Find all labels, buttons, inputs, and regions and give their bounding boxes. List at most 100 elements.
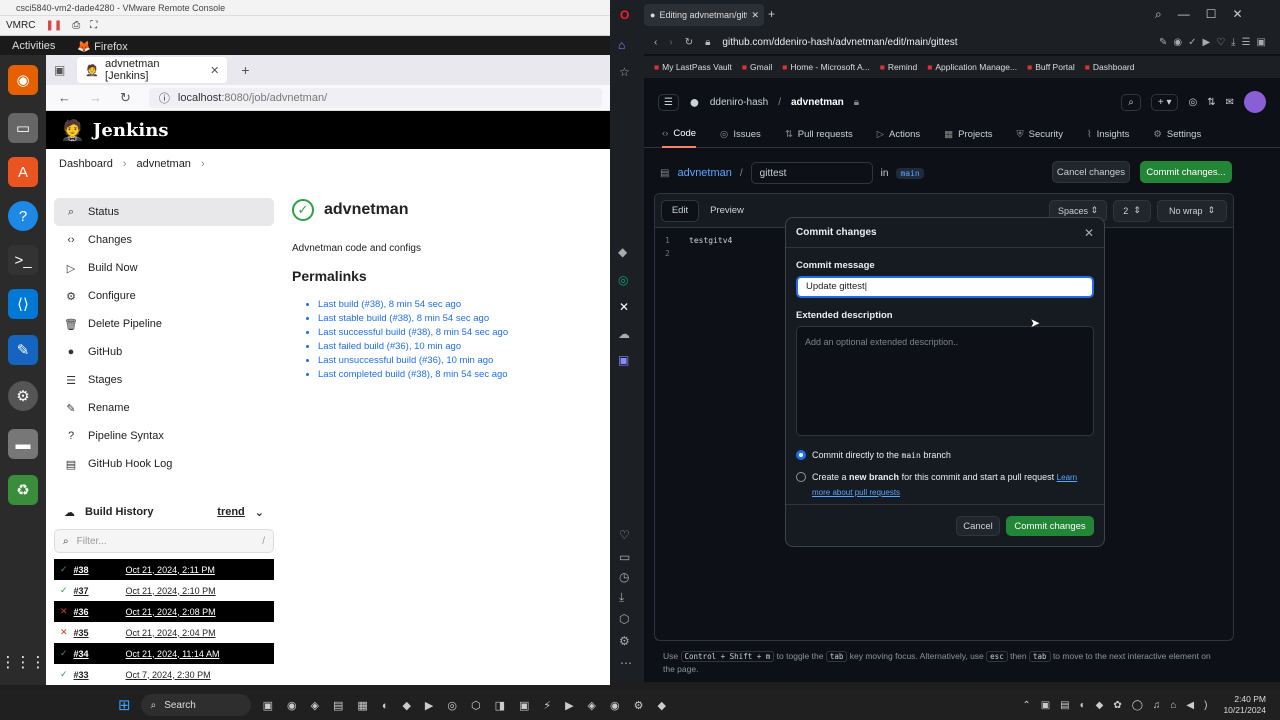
minimize-icon[interactable]: — — [1178, 7, 1190, 22]
github-logo-icon[interactable]: ● — [689, 92, 700, 113]
close-tab-icon[interactable]: ✕ — [210, 64, 219, 77]
pulls-icon[interactable]: ⇅ — [1207, 97, 1215, 108]
new-tab-icon[interactable]: + — [768, 7, 775, 21]
edit-tab[interactable]: Edit — [661, 199, 699, 222]
breadcrumb-job[interactable]: advnetman — [137, 158, 191, 170]
jenkins-logo-icon[interactable]: 🤵 — [60, 118, 85, 142]
tab-overview-icon[interactable]: ▣ — [54, 63, 65, 77]
close-window-icon[interactable]: ✕ — [1233, 7, 1243, 22]
trend-link[interactable]: trend — [217, 506, 245, 518]
build-row[interactable]: ✓ #37 Oct 21, 2024, 2:10 PM — [54, 580, 274, 601]
forward-icon[interactable]: › — [669, 37, 672, 48]
help-icon[interactable]: ? — [8, 201, 38, 231]
close-icon[interactable]: ✕ — [1084, 226, 1094, 240]
search-tabs-icon[interactable]: ⌕ — [1155, 7, 1162, 22]
vscode-icon[interactable]: ⟨⟩ — [8, 289, 38, 319]
sidebar-item-github[interactable]: ● GitHub — [54, 338, 274, 366]
tab-code[interactable]: ‹› Code — [662, 122, 697, 148]
trash-icon[interactable]: ♻ — [8, 475, 38, 505]
reload-icon[interactable]: ↻ — [685, 37, 693, 48]
settings-icon[interactable]: ⚙ — [8, 381, 38, 411]
build-number[interactable]: #34 — [74, 649, 120, 659]
vmrc-menu[interactable]: VMRC — [6, 20, 35, 31]
bookmark-item[interactable]: ■ Dashboard — [1085, 62, 1135, 72]
repo-name[interactable]: advnetman — [791, 97, 844, 108]
tab-pull-requests[interactable]: ⇅ Pull requests — [785, 122, 853, 148]
radio-checked[interactable] — [796, 450, 806, 460]
tab-projects[interactable]: ▦ Projects — [944, 122, 992, 148]
sidebar-item-github-hook-log[interactable]: ▤ GitHub Hook Log — [54, 450, 274, 478]
breadcrumb-dashboard[interactable]: Dashboard — [59, 158, 113, 170]
bookmark-item[interactable]: ■ Buff Portal — [1027, 62, 1075, 72]
pause-icon[interactable]: ❚❚ — [45, 20, 62, 31]
build-date[interactable]: Oct 7, 2024, 2:30 PM — [126, 670, 211, 680]
star-icon[interactable]: ☆ — [619, 65, 630, 79]
devices-icon[interactable]: ⎙ — [72, 20, 80, 31]
clock-time[interactable]: 2:40 PM — [1223, 694, 1266, 705]
tab-security[interactable]: ⛨ Security — [1016, 122, 1062, 148]
permalink[interactable]: Last failed build (#36), 10 min ago — [318, 340, 602, 354]
messenger-icon[interactable]: ▣ — [618, 353, 629, 367]
tab-github-edit[interactable]: ● Editing advnetman/gittest ✕ — [644, 4, 764, 26]
windows-start-icon[interactable]: ⊞ — [118, 696, 131, 714]
tab-jenkins[interactable]: 🤵 advnetman [Jenkins] ✕ — [77, 57, 228, 83]
permalink[interactable]: Last unsuccessful build (#36), 10 min ag… — [318, 354, 602, 368]
taskbar-search[interactable]: ⌕ Search — [140, 694, 251, 716]
build-row[interactable]: ✕ #35 Oct 21, 2024, 2:04 PM — [54, 622, 274, 643]
url-bar[interactable]: github.com/ddeniro-hash/advnetman/edit/m… — [722, 37, 1147, 48]
fullscreen-icon[interactable]: ⛶ — [90, 20, 97, 31]
build-date[interactable]: Oct 21, 2024, 2:10 PM — [126, 586, 216, 596]
disk-icon[interactable]: ▬ — [8, 429, 38, 459]
activities-button[interactable]: Activities — [12, 40, 55, 52]
avatar[interactable] — [1244, 91, 1266, 113]
chevron-down-icon[interactable]: ⌄ — [255, 506, 264, 519]
heart-icon[interactable]: ♡ — [619, 528, 630, 542]
preview-tab[interactable]: Preview — [705, 200, 749, 222]
settings-icon[interactable]: ⚙ — [619, 634, 630, 648]
firefox-icon[interactable]: ◉ — [8, 65, 38, 95]
issues-icon[interactable]: ◎ — [1188, 97, 1197, 108]
permalink[interactable]: Last stable build (#38), 8 min 54 sec ag… — [318, 312, 602, 326]
build-date[interactable]: Oct 21, 2024, 2:08 PM — [126, 607, 216, 617]
tabs-icon[interactable]: ▭ — [619, 550, 630, 564]
commit-changes-button[interactable]: Commit changes — [1006, 516, 1094, 536]
tab-settings[interactable]: ⚙ Settings — [1153, 122, 1201, 148]
sidebar-item-build-now[interactable]: ▷ Build Now — [54, 254, 274, 282]
app-center-icon[interactable]: A — [8, 157, 38, 187]
option-commit-direct[interactable]: Commit directly to the main branch — [796, 450, 1094, 460]
new-tab-icon[interactable]: + — [241, 62, 249, 78]
build-row[interactable]: ✓ #33 Oct 7, 2024, 2:30 PM — [54, 664, 274, 685]
maximize-icon[interactable]: ☐ — [1206, 7, 1217, 22]
build-number[interactable]: #35 — [74, 628, 120, 638]
page-info-icon[interactable]: ⓘ — [159, 90, 170, 106]
filename-input[interactable]: gittest — [750, 162, 873, 184]
bookmark-item[interactable]: ■ Gmail — [742, 62, 772, 72]
tab-actions[interactable]: ▷ Actions — [877, 122, 920, 148]
file-tree-icon[interactable]: ▤ — [660, 168, 669, 179]
sidebar-item-status[interactable]: ⌕ Status — [54, 198, 274, 226]
cloud-icon[interactable]: ☁ — [618, 327, 630, 341]
radio-unchecked[interactable] — [796, 472, 806, 482]
clock-date[interactable]: 10/21/2024 — [1223, 705, 1266, 716]
app-menu[interactable]: 🦊 Firefox — [77, 40, 127, 53]
build-number[interactable]: #37 — [74, 586, 120, 596]
permalink[interactable]: Last completed build (#38), 8 min 54 sec… — [318, 368, 602, 382]
build-date[interactable]: Oct 21, 2024, 11:14 AM — [126, 649, 220, 659]
cancel-changes-button[interactable]: Cancel changes — [1052, 161, 1130, 183]
inbox-icon[interactable]: ✉ — [1226, 97, 1234, 108]
option-new-branch[interactable]: Create a new branch for this commit and … — [796, 470, 1094, 500]
chatgpt-icon[interactable]: ◎ — [618, 273, 628, 287]
create-icon[interactable]: + ▾ — [1150, 93, 1179, 111]
extensions-icon[interactable]: ⬡ — [619, 612, 629, 626]
search-icon[interactable]: ⌕ — [1121, 93, 1141, 111]
path-repo-link[interactable]: advnetman — [677, 167, 731, 179]
sidebar-item-changes[interactable]: ‹› Changes — [54, 226, 274, 254]
text-editor-icon[interactable]: ✎ — [8, 335, 38, 365]
forward-icon[interactable]: → — [89, 90, 102, 105]
download-icon[interactable]: ⤓ — [619, 590, 624, 605]
close-tab-icon[interactable]: ✕ — [751, 10, 759, 21]
back-icon[interactable]: ‹ — [654, 37, 657, 48]
build-row[interactable]: ✕ #36 Oct 21, 2024, 2:08 PM — [54, 601, 274, 622]
bookmark-item[interactable]: ■ Application Manage... — [927, 62, 1017, 72]
permalink[interactable]: Last build (#38), 8 min 54 sec ago — [318, 298, 602, 312]
